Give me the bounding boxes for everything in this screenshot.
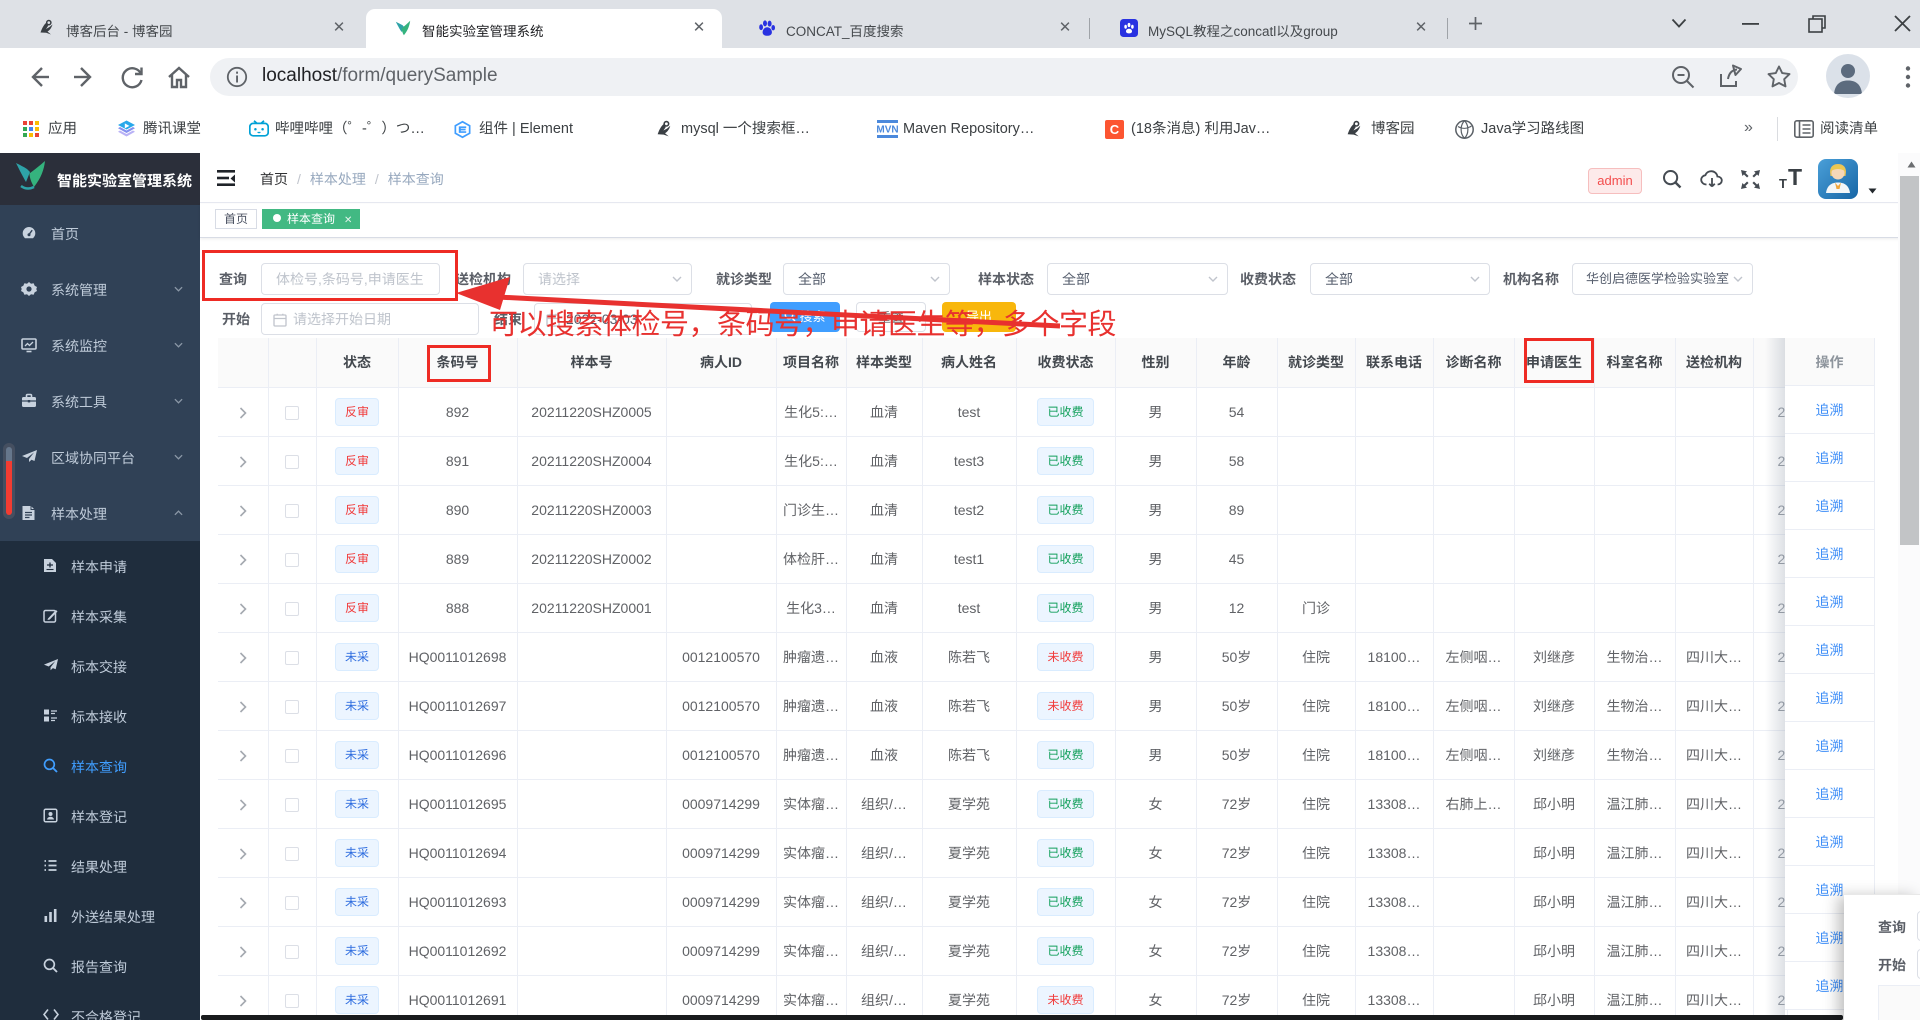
svg-text:C: C [1110,122,1120,137]
svg-text:MVN: MVN [877,125,898,136]
